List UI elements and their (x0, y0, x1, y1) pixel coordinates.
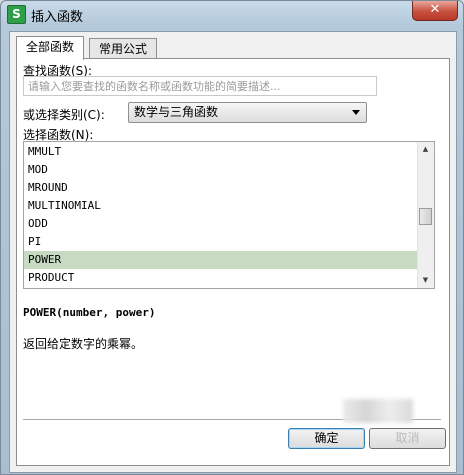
list-item[interactable]: MROUND (24, 179, 422, 197)
list-item[interactable]: ODD (24, 215, 422, 233)
close-icon: ✕ (429, 2, 441, 17)
wps-spreadsheet-icon: S (7, 5, 26, 24)
close-button[interactable]: ✕ (412, 1, 458, 21)
list-item[interactable]: PI (24, 233, 422, 251)
function-syntax: POWER(number, power) (23, 306, 156, 319)
cancel-button[interactable]: 取消 (369, 428, 446, 449)
category-label: 或选择类别(C): (23, 108, 105, 122)
list-item-selected[interactable]: POWER (24, 251, 422, 269)
chevron-down-icon (352, 110, 360, 115)
watermark-blur (343, 399, 413, 423)
search-input[interactable] (23, 76, 377, 96)
function-description: 返回给定数字的乘幂。 (23, 337, 144, 351)
tab-all-functions[interactable]: 全部函数 (16, 36, 85, 60)
dialog-title: 插入函数 (31, 10, 84, 25)
title-bar[interactable]: S 插入函数 ✕ (1, 1, 463, 27)
list-item[interactable]: MULTINOMIAL (24, 197, 422, 215)
category-select[interactable]: 数学与三角函数 (128, 102, 367, 123)
vertical-scrollbar[interactable]: ▲ ▼ (417, 142, 434, 288)
list-item[interactable]: PRODUCT (24, 269, 422, 287)
list-item[interactable]: MMULT (24, 143, 422, 161)
arrow-up-icon[interactable]: ▲ (418, 142, 433, 157)
list-item[interactable]: MOD (24, 161, 422, 179)
tab-common-formulas[interactable]: 常用公式 (89, 38, 158, 59)
category-value: 数学与三角函数 (134, 105, 219, 119)
arrow-down-icon[interactable]: ▼ (418, 273, 433, 288)
scroll-thumb[interactable] (419, 208, 432, 225)
ok-button[interactable]: 确定 (288, 428, 365, 449)
function-list[interactable]: MMULT MOD MROUND MULTINOMIAL ODD PI POWE… (23, 141, 435, 289)
